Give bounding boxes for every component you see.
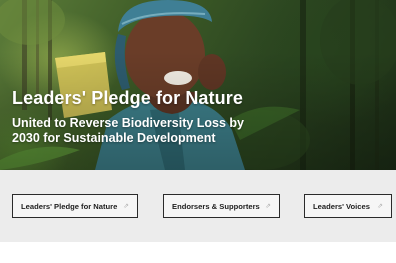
hero-banner: Leaders' Pledge for Nature United to Rev… [0, 0, 396, 170]
page: Leaders' Pledge for Nature United to Rev… [0, 0, 396, 263]
hero-title: Leaders' Pledge for Nature [12, 88, 243, 108]
section-nav: Leaders' Pledge for Nature ⇗ Endorsers &… [0, 170, 396, 242]
arrow-up-right-icon: ⇗ [377, 202, 383, 210]
nav-button-leaders-pledge[interactable]: Leaders' Pledge for Nature ⇗ [12, 194, 138, 218]
nav-button-leaders-voices[interactable]: Leaders' Voices ⇗ [304, 194, 392, 218]
hero-subtitle: United to Reverse Biodiversity Loss by 2… [12, 116, 245, 145]
arrow-up-right-icon: ⇗ [265, 202, 271, 210]
page-footer-space [0, 242, 396, 263]
nav-button-label: Leaders' Pledge for Nature [21, 201, 118, 211]
nav-button-label: Leaders' Voices [313, 201, 370, 211]
nav-button-endorsers-supporters[interactable]: Endorsers & Supporters ⇗ [163, 194, 280, 218]
nav-button-label: Endorsers & Supporters [172, 201, 260, 211]
arrow-up-right-icon: ⇗ [123, 202, 129, 210]
